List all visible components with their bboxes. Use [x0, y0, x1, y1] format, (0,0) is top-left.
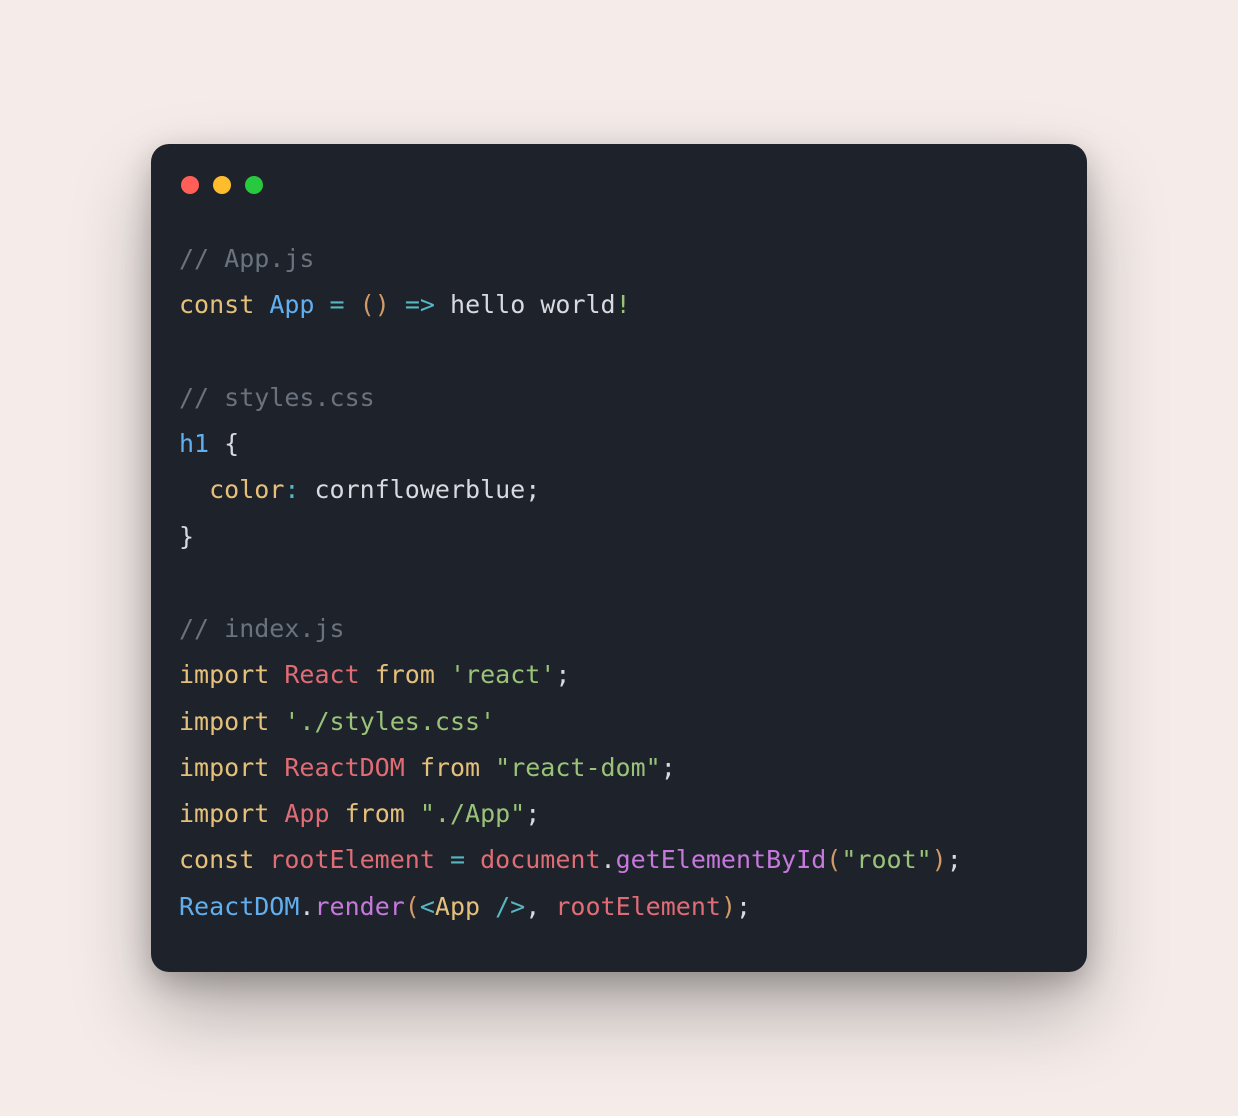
code-jsx-punct: <: [420, 892, 435, 921]
code-selector: h1: [179, 429, 209, 458]
code-method: getElementById: [616, 845, 827, 874]
window-traffic-lights: [181, 176, 1059, 194]
code-content: // App.js const App = () => hello world!…: [179, 236, 1059, 930]
code-keyword: import: [179, 660, 269, 689]
code-dot: .: [601, 845, 616, 874]
code-paren: ): [932, 845, 947, 874]
code-colon: :: [284, 475, 299, 504]
code-method: render: [314, 892, 404, 921]
code-string: './styles.css': [284, 707, 495, 736]
close-icon[interactable]: [181, 176, 199, 194]
code-identifier: ReactDOM: [284, 753, 404, 782]
code-identifier: document: [480, 845, 600, 874]
code-keyword: import: [179, 707, 269, 736]
code-keyword: from: [420, 753, 480, 782]
code-paren: (: [405, 892, 420, 921]
code-paren: (: [826, 845, 841, 874]
code-paren: ): [375, 290, 390, 319]
code-semicolon: ;: [736, 892, 751, 921]
code-arrow: =>: [405, 290, 435, 319]
code-string: "./App": [420, 799, 525, 828]
code-string: "react-dom": [495, 753, 661, 782]
code-keyword: from: [375, 660, 435, 689]
code-semicolon: ;: [525, 475, 540, 504]
code-operator: =: [330, 290, 345, 319]
code-semicolon: ;: [555, 660, 570, 689]
code-text: hello world: [450, 290, 616, 319]
code-string: 'react': [450, 660, 555, 689]
code-jsx-punct: />: [480, 892, 525, 921]
code-property: color: [209, 475, 284, 504]
code-keyword: import: [179, 753, 269, 782]
code-editor-window: // App.js const App = () => hello world!…: [151, 144, 1087, 972]
code-paren: (: [360, 290, 375, 319]
code-keyword: const: [179, 845, 254, 874]
code-value: cornflowerblue: [315, 475, 526, 504]
code-brace: }: [179, 522, 194, 551]
code-dot: .: [299, 892, 314, 921]
code-operator: =: [450, 845, 465, 874]
code-identifier: App: [284, 799, 329, 828]
code-jsx-tag: App: [435, 892, 480, 921]
code-semicolon: ;: [947, 845, 962, 874]
code-comment: // styles.css: [179, 383, 375, 412]
code-identifier: App: [269, 290, 314, 319]
minimize-icon[interactable]: [213, 176, 231, 194]
code-comma: ,: [525, 892, 540, 921]
code-paren: ): [721, 892, 736, 921]
code-string: "root": [841, 845, 931, 874]
code-brace: {: [224, 429, 239, 458]
code-identifier: rootElement: [269, 845, 435, 874]
code-identifier: React: [284, 660, 359, 689]
code-semicolon: ;: [525, 799, 540, 828]
maximize-icon[interactable]: [245, 176, 263, 194]
code-keyword: const: [179, 290, 254, 319]
code-identifier: rootElement: [555, 892, 721, 921]
code-identifier: ReactDOM: [179, 892, 299, 921]
code-semicolon: ;: [661, 753, 676, 782]
code-keyword: import: [179, 799, 269, 828]
code-punct: !: [616, 290, 631, 319]
code-comment: // App.js: [179, 244, 314, 273]
code-comment: // index.js: [179, 614, 345, 643]
code-keyword: from: [345, 799, 405, 828]
